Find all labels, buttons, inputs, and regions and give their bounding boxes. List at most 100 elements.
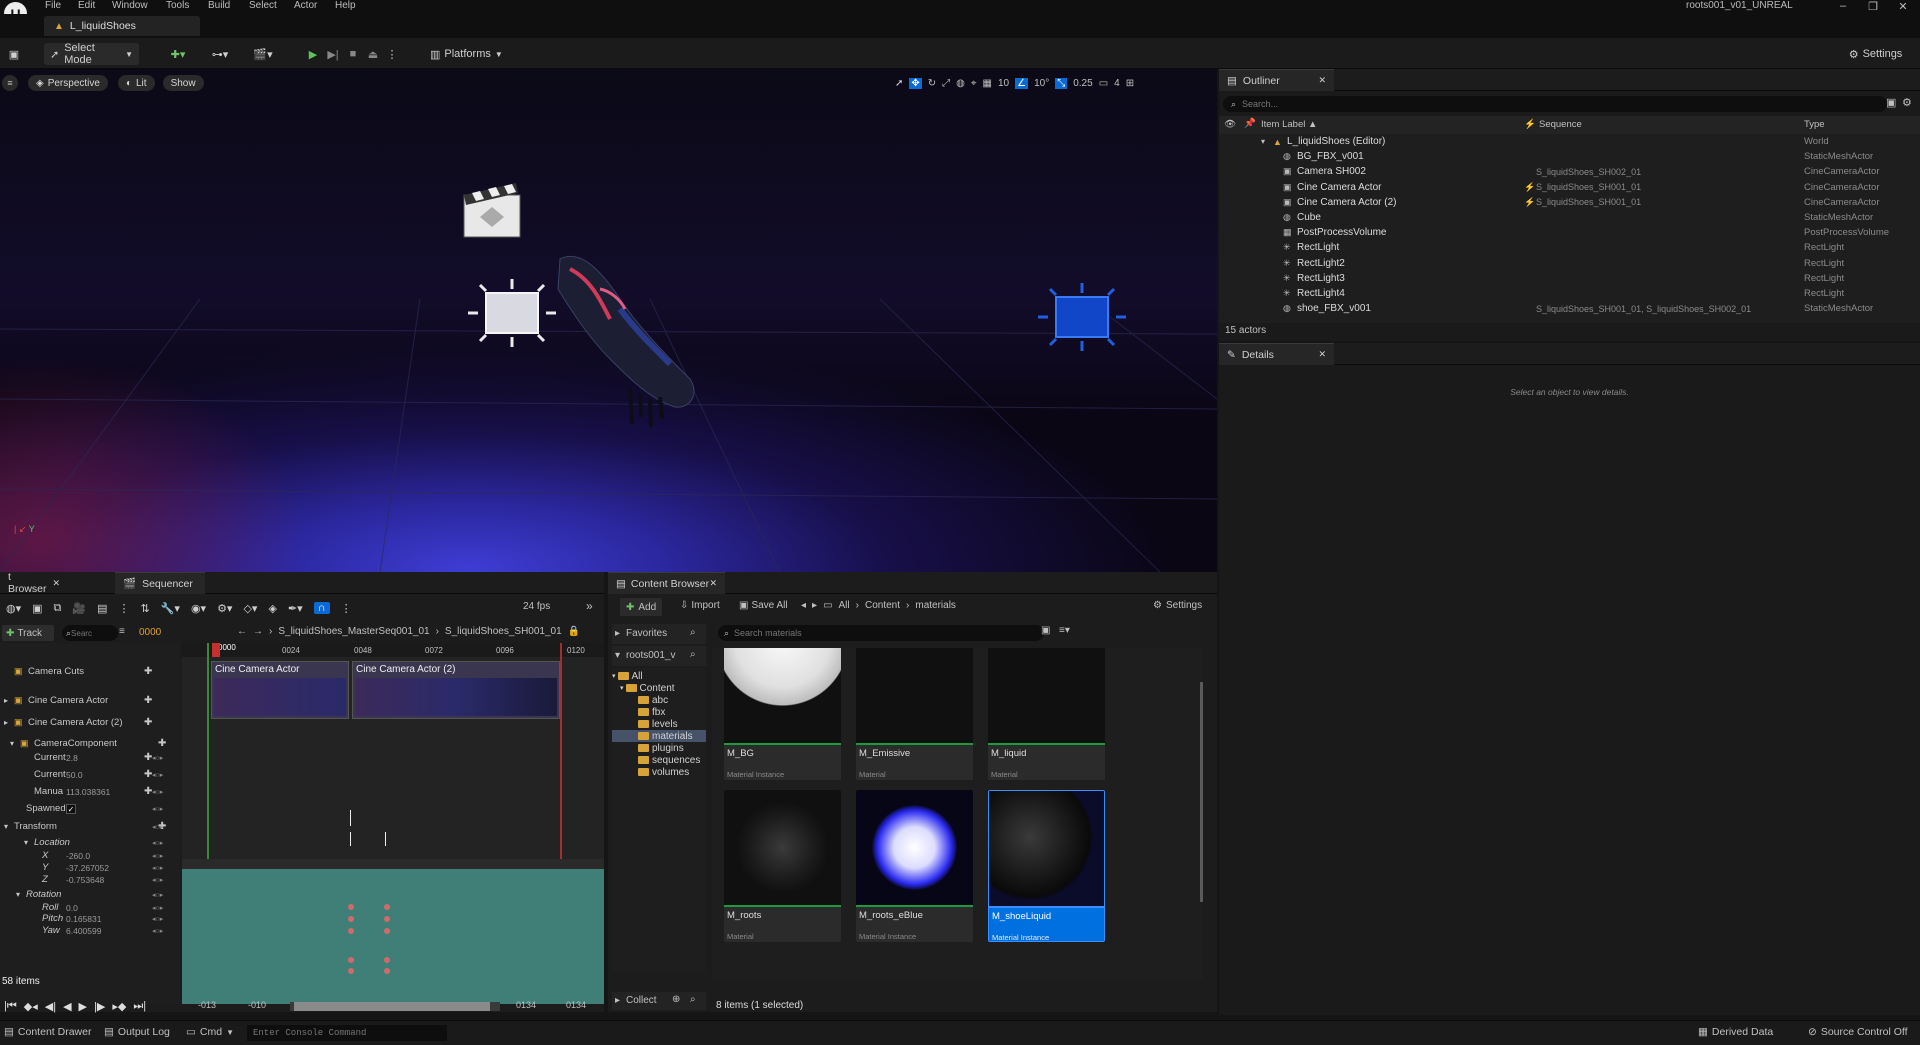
perspective-button[interactable]: ◈ Perspective: [28, 75, 108, 91]
level-viewport[interactable]: ≡ ◈ Perspective ◐ Lit Show ➚ ✥ ↻ ⤢ ◍ ⌖ ▦ 10…: [0, 69, 1217, 572]
close-icon[interactable]: ✕: [709, 578, 717, 589]
track-row[interactable]: Current 50.0 ✚ ◂○▸: [0, 767, 178, 782]
key-nav-icon[interactable]: ◂○▸: [152, 852, 163, 860]
key-marker[interactable]: [385, 832, 386, 846]
save-all-button[interactable]: ▣ Save All: [739, 600, 788, 611]
asset-scrollbar[interactable]: [1200, 682, 1203, 902]
keyframe[interactable]: [384, 904, 390, 910]
key-nav-icon[interactable]: ◂○▸: [152, 754, 163, 762]
lit-button[interactable]: ◐ Lit: [117, 75, 155, 91]
restore-icon[interactable]: ❐: [1860, 0, 1886, 14]
rect-light-blue-icon[interactable]: [1036, 281, 1128, 353]
search-icon[interactable]: ⌕: [690, 649, 696, 660]
track-value[interactable]: -37.267052: [66, 863, 109, 873]
path-materials[interactable]: materials: [915, 600, 956, 611]
filter-icon[interactable]: ≡: [119, 626, 125, 637]
translate-icon[interactable]: ✥: [909, 77, 922, 89]
source-control-button[interactable]: ⊘ Source Control Off: [1808, 1026, 1908, 1038]
path-all[interactable]: All: [839, 600, 850, 611]
track-search[interactable]: ⌕: [62, 625, 118, 641]
tab-content-browser[interactable]: ▤ Content Browser ✕: [608, 572, 725, 594]
visibility-icon[interactable]: 👁: [1224, 119, 1236, 130]
select-transform-icon[interactable]: ➚: [895, 78, 903, 89]
keyframe[interactable]: [384, 957, 390, 963]
close-window-icon[interactable]: ✕: [1890, 0, 1916, 14]
working-range-start[interactable]: -010: [248, 1000, 266, 1010]
cb-settings-button[interactable]: ⚙ Settings: [1153, 600, 1202, 611]
asset-thumbnail[interactable]: M_liquid Material: [988, 648, 1105, 780]
save-icon[interactable]: ▣: [32, 602, 42, 615]
content-drawer-button[interactable]: ▤ Content Drawer: [4, 1026, 91, 1038]
output-log-button[interactable]: ▤ Output Log: [104, 1026, 170, 1038]
pin-icon[interactable]: 📌: [1244, 118, 1256, 129]
save-as-icon[interactable]: ⧉: [54, 602, 62, 615]
next-frame-icon[interactable]: |▶: [94, 1000, 105, 1013]
outliner-row[interactable]: ▣ Camera SH002 S_liquidShoes_SH002_01 CineC…: [1219, 164, 1918, 179]
rotation-snap-icon[interactable]: ∠: [1015, 77, 1029, 89]
add-key-icon[interactable]: ✚: [144, 666, 152, 677]
outliner-row[interactable]: ✳ RectLight4 RectLight: [1219, 286, 1918, 301]
track-value[interactable]: 2.8: [66, 753, 78, 763]
expand-icon[interactable]: ▸: [4, 696, 8, 705]
search-icon[interactable]: ⌕: [690, 627, 696, 638]
menu-actor[interactable]: Actor: [294, 0, 317, 11]
world-icon[interactable]: ◍: [956, 78, 965, 89]
keyframe[interactable]: [348, 928, 354, 934]
track-value[interactable]: -260.0: [66, 851, 90, 861]
key-nav-icon[interactable]: ◂○▸: [152, 788, 163, 796]
stop-icon[interactable]: ■: [345, 43, 361, 65]
track-row[interactable]: ▾ ▣ CameraComponent ✚: [0, 736, 178, 751]
more-options-icon[interactable]: ⋮: [385, 43, 399, 65]
outliner-row[interactable]: ✳ RectLight RectLight: [1219, 240, 1918, 255]
time-ruler[interactable]: 0000 0024 0048 0072 0096 0120: [182, 643, 604, 657]
render-icon[interactable]: 🎥: [72, 602, 86, 615]
prev-key-icon[interactable]: ◆◂: [24, 1000, 38, 1013]
wrench-icon[interactable]: 🔧▾: [161, 602, 180, 615]
blueprint-icon[interactable]: ⊶▾: [205, 43, 235, 65]
key-nav-icon[interactable]: ◂○▸: [152, 864, 163, 872]
view-range-start[interactable]: -013: [198, 1000, 216, 1010]
key-nav-icon[interactable]: ◂○▸: [152, 805, 163, 813]
level-tab[interactable]: ▲ L_liquidShoes: [44, 16, 200, 36]
playback-icon[interactable]: ⚙▾: [217, 602, 232, 615]
collections-header[interactable]: ▸ Collect ⊕ ⌕: [612, 992, 706, 1010]
folder-volumes[interactable]: volumes: [612, 766, 706, 778]
asset-thumbnail[interactable]: M_shoeLiquid Material Instance: [988, 790, 1105, 942]
key-nav-icon[interactable]: ◂○▸: [152, 891, 163, 899]
path-content[interactable]: Content: [865, 600, 900, 611]
key-nav-icon[interactable]: ◂○▸: [152, 915, 163, 923]
track-value[interactable]: 0.165831: [66, 914, 101, 924]
scale-icon[interactable]: ⤢: [942, 78, 950, 89]
camera-speed-icon[interactable]: ▭: [1099, 78, 1108, 89]
add-track-button[interactable]: ✚ Track: [2, 625, 54, 641]
track-value[interactable]: -0.753648: [66, 875, 104, 885]
track-row[interactable]: Manua 113.038361 ✚ ◂○▸: [0, 784, 178, 799]
keyframe[interactable]: [348, 968, 354, 974]
forward-icon[interactable]: →: [253, 626, 263, 637]
asset-search[interactable]: ⌕: [718, 625, 1044, 641]
col-sequence[interactable]: Sequence: [1539, 119, 1582, 130]
add-key-icon[interactable]: ✚: [144, 717, 152, 728]
root-header[interactable]: ▾ roots001_v ⌕: [612, 646, 706, 666]
track-row[interactable]: ▸ ▣ Cine Camera Actor ✚: [0, 693, 178, 708]
select-mode-dropdown[interactable]: ➚ Select Mode ▼: [44, 42, 139, 66]
track-row[interactable]: ▣ Camera Cuts ✚: [0, 657, 178, 685]
track-value[interactable]: 6.400599: [66, 926, 101, 936]
next-key-icon[interactable]: ▸◆: [112, 1000, 126, 1013]
asset-thumbnail[interactable]: M_Emissive Material: [856, 648, 973, 780]
key-nav-icon[interactable]: ◂○▸: [152, 876, 163, 884]
outliner-row[interactable]: ✳ RectLight2 RectLight: [1219, 256, 1918, 271]
show-button[interactable]: Show: [162, 75, 204, 91]
folder-abc[interactable]: abc: [612, 694, 706, 706]
search-icon[interactable]: ⌕: [690, 994, 696, 1005]
menu-help[interactable]: Help: [335, 0, 356, 11]
surface-snap-icon[interactable]: ⌖: [971, 78, 977, 89]
folder-fbx[interactable]: fbx: [612, 706, 706, 718]
working-range-end[interactable]: 0134: [516, 1000, 536, 1010]
outliner-row[interactable]: ▾ ▲ L_liquidShoes (Editor) World: [1219, 134, 1918, 149]
asset-thumbnail[interactable]: M_roots_eBlue Material Instance: [856, 790, 973, 942]
current-frame[interactable]: 0000: [139, 627, 161, 638]
add-key-icon[interactable]: ✚: [158, 738, 166, 749]
pen-icon[interactable]: ✒▾: [288, 602, 303, 615]
minimize-icon[interactable]: –: [1830, 0, 1856, 14]
